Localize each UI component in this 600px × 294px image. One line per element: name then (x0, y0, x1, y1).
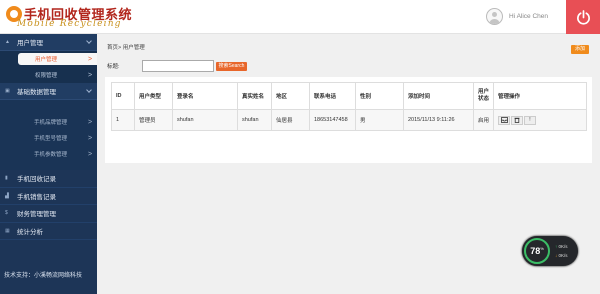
network-monitor-widget[interactable]: 78% ↑ 0K/s ↓ 0K/s (522, 236, 578, 266)
sidebar-item-sales-records[interactable]: ▟ 手机销售记录 (0, 188, 97, 205)
app-logo[interactable]: 手机回收管理系统 Mobile Recycleing (6, 4, 146, 32)
column-header: 性别 (355, 82, 404, 110)
upload-arrow-icon: ↑ (555, 244, 558, 249)
chevron-right-icon: > (88, 118, 93, 126)
chevron-right-icon: > (88, 55, 93, 63)
sidebar-item-brand[interactable]: 手机品牌管理 > (0, 114, 97, 130)
column-header: ID (111, 82, 135, 110)
sidebar-item-finance[interactable]: $ 财务管理管理 (0, 205, 97, 223)
usage-number: 78 (530, 246, 541, 256)
sidebar-item-label: 财务管理管理 (17, 211, 56, 219)
cell-region: 仙居县 (271, 109, 310, 131)
cell-login-name: shufan (172, 109, 238, 131)
nav-group-label: 用户管理 (17, 40, 43, 47)
add-button[interactable]: 添加 (571, 45, 589, 54)
nav-group-basic-data[interactable]: ▣ 基础数据管理 (0, 83, 97, 100)
column-header: 添加时间 (403, 82, 474, 110)
table-icon: ▦ (5, 227, 10, 234)
nav-group-label: 基础数据管理 (17, 89, 56, 96)
column-header: 联系电话 (309, 82, 356, 110)
column-header: 用户状态 (473, 82, 494, 110)
upload-value: 0K/s (558, 244, 568, 249)
breadcrumb: 首页> 用户管理 (107, 45, 145, 51)
user-greeting: Hi Alice Chen (509, 12, 549, 20)
cell-phone: 18653147458 (309, 109, 356, 131)
chevron-right-icon: > (88, 150, 93, 158)
cell-gender: 男 (355, 109, 404, 131)
sidebar-item-label: 统计分析 (17, 228, 43, 236)
chevron-down-icon (86, 38, 92, 44)
table-panel: ID 用户类型 登录名 真实姓名 地区 联系电话 性别 添加时间 用户状态 管理… (105, 77, 592, 163)
power-icon (576, 9, 590, 25)
sidebar-item-statistics[interactable]: ▦ 统计分析 (0, 223, 97, 240)
sidebar: ▲ 用户管理 用户管理 > 权限管理 > ▣ 基础数据管理 手机品牌管理 > 手… (0, 34, 97, 294)
sidebar-item-label: 手机型号管理 (34, 136, 68, 142)
sidebar-item-label: 手机品牌管理 (34, 120, 68, 126)
cell-id: 1 (111, 109, 135, 131)
chevron-right-icon: > (88, 134, 93, 142)
exclamation-icon[interactable]: ! (524, 115, 536, 125)
inbox-icon[interactable] (498, 115, 510, 125)
usage-unit: % (540, 246, 544, 251)
folder-icon: ▣ (5, 88, 10, 94)
table-row[interactable]: 1 管理员 shufan shufan 仙居县 18653147458 男 20… (111, 109, 587, 131)
download-stat: ↓ 0K/s (555, 253, 568, 258)
users-table: ID 用户类型 登录名 真实姓名 地区 联系电话 性别 添加时间 用户状态 管理… (111, 82, 587, 131)
tech-support-text: 技术支持：小溪畅流网络科技 (4, 273, 83, 279)
column-header: 登录名 (172, 82, 238, 110)
sidebar-spacer (0, 162, 97, 170)
search-button[interactable]: 搜索Search (215, 61, 248, 71)
cell-status: 启用 (473, 109, 494, 131)
cell-real-name: shufan (237, 109, 272, 131)
sidebar-item-permissions[interactable]: 权限管理 > (0, 67, 97, 83)
sidebar-item-label: 权限管理 (35, 73, 58, 79)
table-header-row: ID 用户类型 登录名 真实姓名 地区 联系电话 性别 添加时间 用户状态 管理… (111, 82, 587, 110)
column-header: 用户类型 (134, 82, 173, 110)
sidebar-item-params[interactable]: 手机参数管理 > (0, 146, 97, 162)
column-header: 管理操作 (493, 82, 587, 110)
cell-user-type: 管理员 (134, 109, 173, 131)
cell-actions: ! (493, 109, 587, 131)
filter-bar: 标题: 搜索Search (107, 60, 248, 72)
title-search-input[interactable] (141, 60, 214, 72)
nav-group-user-management[interactable]: ▲ 用户管理 (0, 34, 97, 51)
sidebar-item-label: 手机回收记录 (17, 176, 56, 184)
filter-label: 标题: (107, 64, 120, 70)
trash-icon[interactable] (511, 115, 523, 125)
row-actions: ! (498, 115, 582, 125)
sidebar-spacer (0, 100, 97, 114)
chevron-right-icon: > (88, 71, 93, 79)
logout-button[interactable] (566, 0, 600, 34)
logo-title-en: Mobile Recycleing (17, 19, 122, 29)
column-header: 真实姓名 (237, 82, 272, 110)
upload-stat: ↑ 0K/s (555, 244, 568, 249)
dollar-icon: $ (5, 210, 8, 217)
download-arrow-icon: ↓ (555, 253, 558, 258)
column-header: 地区 (271, 82, 310, 110)
cell-added-time: 2015/11/13 9:11:26 (403, 109, 474, 131)
user-avatar-icon[interactable] (486, 7, 503, 25)
active-highlight (18, 53, 97, 65)
user-menu[interactable]: Hi Alice Chen (486, 7, 548, 25)
usage-value: 78% (530, 246, 544, 256)
bar-chart-icon: ▟ (5, 192, 9, 199)
sidebar-item-label: 手机销售记录 (17, 193, 56, 201)
home-icon: ▲ (5, 39, 10, 45)
usage-ring: 78% (524, 238, 550, 264)
sidebar-item-label: 手机参数管理 (34, 152, 68, 158)
phone-icon: ▮ (5, 175, 8, 182)
sidebar-item-recycle-records[interactable]: ▮ 手机回收记录 (0, 170, 97, 188)
sidebar-item-label: 用户管理 (35, 57, 58, 63)
chevron-down-icon (86, 87, 92, 93)
download-value: 0K/s (558, 253, 568, 258)
sidebar-item-model[interactable]: 手机型号管理 > (0, 130, 97, 146)
top-header: 手机回收管理系统 Mobile Recycleing Hi Alice Chen (0, 0, 600, 34)
sidebar-item-user-management[interactable]: 用户管理 > (0, 51, 97, 67)
